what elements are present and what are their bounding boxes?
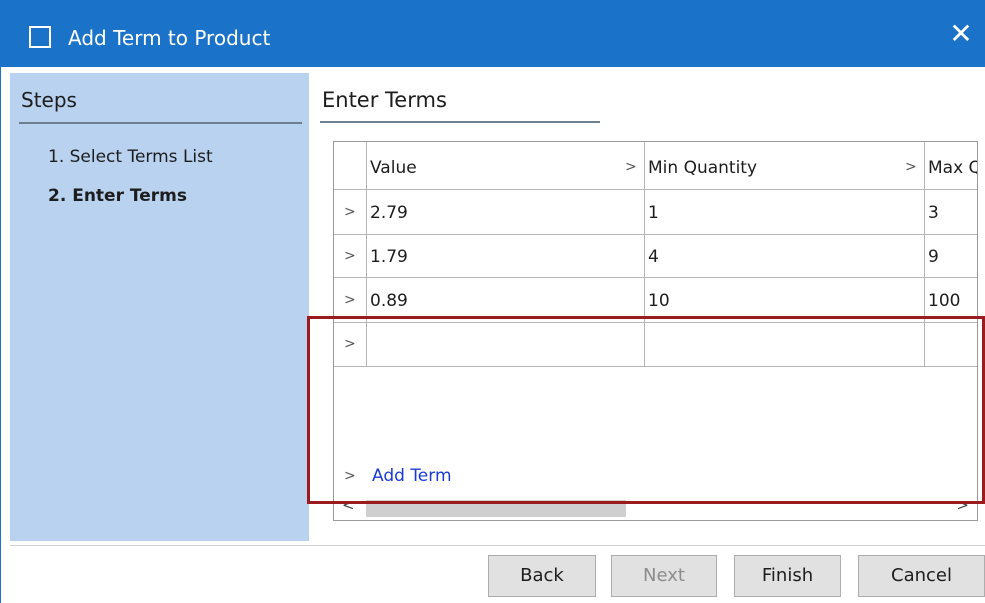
terms-grid[interactable]: Value > Min Quantity > Max Q > 2.79 1 3 … (333, 141, 978, 521)
table-cell[interactable]: 4 (648, 247, 659, 267)
add-term-chevron-icon: > (344, 468, 356, 484)
grid-col-divider (924, 142, 925, 366)
steps-title: Steps (21, 88, 77, 112)
next-button[interactable]: Next (611, 555, 717, 597)
horizontal-scrollbar[interactable]: < > (334, 494, 977, 520)
footer-divider (10, 545, 985, 546)
grid-row-divider (334, 189, 977, 190)
scroll-right-icon[interactable]: > (956, 496, 969, 514)
grid-row-divider (334, 234, 977, 235)
window-left-border (0, 67, 10, 603)
title-bar: Add Term to Product ✕ (0, 0, 985, 67)
window-title: Add Term to Product (68, 26, 271, 50)
scrollbar-thumb[interactable] (366, 500, 626, 517)
grid-col-divider (644, 142, 645, 366)
table-cell[interactable]: 10 (648, 291, 670, 311)
table-cell[interactable]: 1.79 (370, 247, 408, 267)
table-cell[interactable]: 2.79 (370, 203, 408, 223)
grid-col-divider (366, 142, 367, 366)
grid-row-divider (334, 366, 977, 367)
table-cell[interactable]: 100 (928, 291, 960, 311)
grid-row-divider (334, 277, 977, 278)
row-expand-icon[interactable]: > (344, 246, 356, 266)
scroll-left-icon[interactable]: < (342, 496, 355, 514)
column-header-value[interactable]: Value (370, 158, 417, 178)
steps-panel: Steps 1. Select Terms List 2. Enter Term… (10, 73, 309, 541)
column-header-max-quantity[interactable]: Max Q (928, 158, 977, 178)
table-cell[interactable]: 1 (648, 203, 659, 223)
column-header-min-quantity[interactable]: Min Quantity (648, 158, 757, 178)
cancel-button[interactable]: Cancel (858, 555, 985, 597)
chevron-right-icon[interactable]: > (905, 157, 917, 177)
step-enter-terms: 2. Enter Terms (48, 186, 187, 206)
steps-divider (19, 122, 302, 124)
row-expand-icon[interactable]: > (344, 290, 356, 310)
add-term-link[interactable]: Add Term (372, 466, 452, 486)
title-divider (320, 121, 600, 123)
table-cell[interactable]: 3 (928, 203, 939, 223)
step-select-terms-list: 1. Select Terms List (48, 147, 213, 167)
chevron-right-icon[interactable]: > (625, 157, 637, 177)
row-expand-icon[interactable]: > (344, 202, 356, 222)
back-button[interactable]: Back (488, 555, 596, 597)
row-expand-icon[interactable]: > (344, 334, 356, 354)
table-cell[interactable]: 0.89 (370, 291, 408, 311)
finish-button[interactable]: Finish (734, 555, 841, 597)
window-icon (29, 26, 51, 48)
grid-row-divider (334, 322, 977, 323)
page-title: Enter Terms (322, 88, 447, 112)
table-cell[interactable]: 9 (928, 247, 939, 267)
close-icon[interactable]: ✕ (947, 20, 975, 48)
